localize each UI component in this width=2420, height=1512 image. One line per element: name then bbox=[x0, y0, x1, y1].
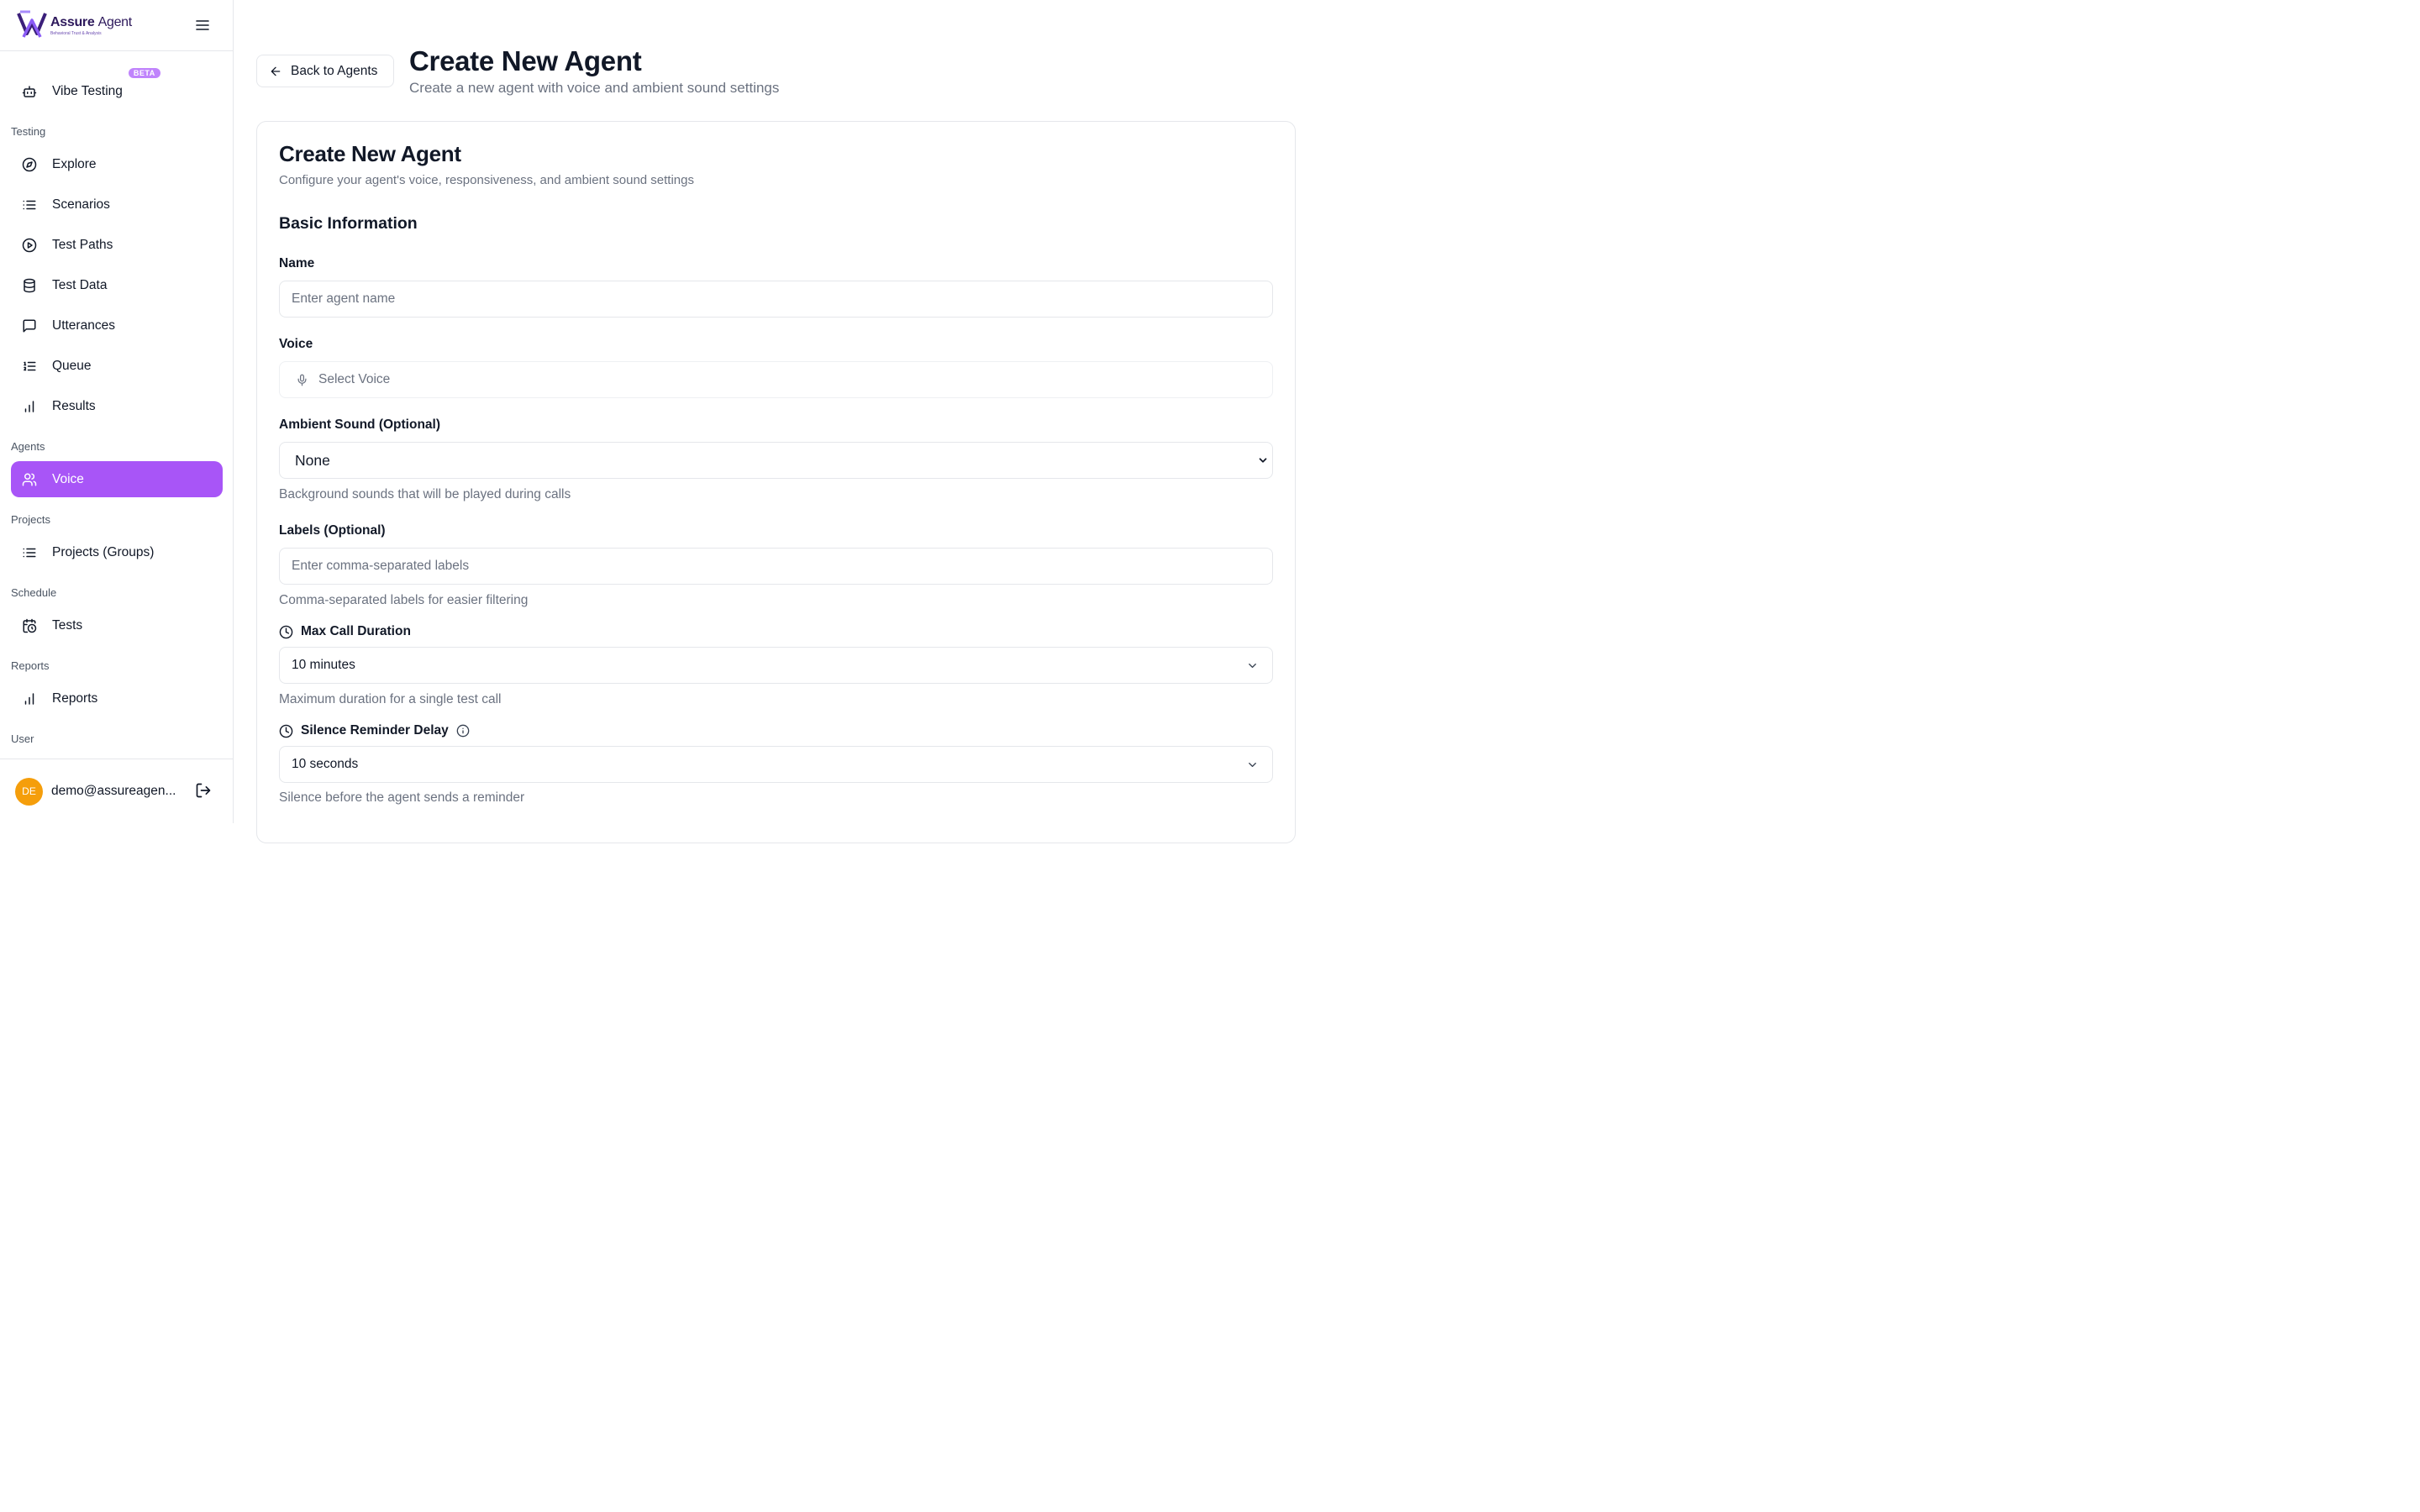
sidebar-item-scenarios[interactable]: Scenarios bbox=[11, 186, 223, 223]
section-label-agents: Agents bbox=[11, 440, 45, 453]
sidebar-item-test-data[interactable]: Test Data bbox=[11, 267, 223, 303]
sidebar-item-label: Projects (Groups) bbox=[52, 544, 155, 559]
brand-tagline: Behavioral Trust & Analysis bbox=[50, 30, 102, 36]
silence-reminder-delay-text: Silence Reminder Delay bbox=[301, 723, 449, 738]
voice-label: Voice bbox=[279, 337, 313, 351]
database-icon bbox=[22, 278, 37, 293]
back-to-agents-button[interactable]: Back to Agents bbox=[256, 55, 394, 87]
back-button-label: Back to Agents bbox=[291, 63, 378, 78]
arrow-left-icon bbox=[271, 66, 281, 76]
bar-chart-icon bbox=[22, 399, 37, 414]
hamburger-icon bbox=[196, 20, 209, 30]
brand-text: Assure Agent Behavioral Trust & Analysis bbox=[50, 15, 132, 36]
sidebar-item-results[interactable]: Results bbox=[11, 388, 223, 424]
brand-header: Assure Agent Behavioral Trust & Analysis bbox=[0, 0, 233, 51]
labels-help: Comma-separated labels for easier filter… bbox=[279, 593, 529, 607]
max-call-duration-select[interactable]: 10 minutes bbox=[279, 647, 1273, 684]
max-call-duration-help: Maximum duration for a single test call bbox=[279, 692, 502, 706]
app-root: Assure Agent Behavioral Trust & Analysis… bbox=[0, 0, 1297, 843]
labels-input[interactable] bbox=[279, 548, 1273, 585]
max-call-duration-value: 10 minutes bbox=[292, 658, 355, 672]
avatar[interactable]: DE bbox=[15, 777, 43, 806]
ambient-sound-label: Ambient Sound (Optional) bbox=[279, 417, 441, 432]
logout-button[interactable] bbox=[195, 782, 212, 799]
info-icon[interactable] bbox=[456, 724, 470, 738]
sidebar-item-label: Voice bbox=[52, 471, 84, 486]
sidebar-item-projects-groups[interactable]: Projects (Groups) bbox=[11, 534, 223, 570]
ambient-sound-help: Background sounds that will be played du… bbox=[279, 487, 571, 501]
brand-name: Assure Agent bbox=[50, 14, 132, 29]
sidebar-item-label: Explore bbox=[52, 156, 97, 171]
section-heading-basic-information: Basic Information bbox=[279, 214, 418, 233]
sidebar-item-vibe-testing[interactable]: Vibe Testing BETA bbox=[11, 68, 223, 109]
chevron-down-icon bbox=[1259, 458, 1267, 463]
compass-icon bbox=[22, 157, 37, 172]
silence-reminder-delay-select[interactable]: 10 seconds bbox=[279, 746, 1273, 783]
max-call-duration-text: Max Call Duration bbox=[301, 624, 411, 638]
bar-chart-icon bbox=[22, 691, 37, 706]
sidebar-item-label: Queue bbox=[52, 358, 92, 373]
list-icon bbox=[22, 545, 37, 560]
page-title: Create New Agent bbox=[409, 45, 642, 76]
silence-reminder-delay-help: Silence before the agent sends a reminde… bbox=[279, 790, 525, 805]
card-description: Configure your agent's voice, responsive… bbox=[279, 173, 694, 187]
sidebar-item-label: Vibe Testing bbox=[52, 83, 123, 98]
section-label-projects: Projects bbox=[11, 513, 50, 526]
sidebar-item-label: Results bbox=[52, 398, 96, 413]
sidebar-item-tests[interactable]: Tests bbox=[11, 607, 223, 643]
sidebar-item-label: Tests bbox=[52, 617, 83, 633]
user-email: demo@assureagen... bbox=[51, 784, 176, 798]
silence-reminder-delay-label: Silence Reminder Delay bbox=[279, 723, 470, 738]
silence-reminder-delay-value: 10 seconds bbox=[292, 757, 359, 771]
sidebar: Assure Agent Behavioral Trust & Analysis… bbox=[0, 0, 234, 823]
calendar-clock-icon bbox=[22, 618, 37, 633]
sidebar-item-label: Reports bbox=[52, 690, 98, 706]
users-icon bbox=[22, 472, 37, 487]
ambient-sound-value: None bbox=[295, 451, 330, 469]
menu-toggle-button[interactable] bbox=[194, 17, 211, 34]
clock-icon bbox=[279, 724, 293, 738]
sidebar-item-reports[interactable]: Reports bbox=[11, 680, 223, 717]
chevron-down-icon bbox=[1249, 664, 1256, 668]
section-label-reports: Reports bbox=[11, 659, 50, 672]
voice-select-placeholder: Select Voice bbox=[318, 372, 391, 386]
list-icon bbox=[22, 197, 37, 213]
beta-badge: BETA bbox=[128, 68, 160, 78]
list-ordered-icon bbox=[22, 359, 37, 374]
name-label: Name bbox=[279, 256, 315, 270]
sidebar-item-test-paths[interactable]: Test Paths bbox=[11, 227, 223, 263]
mic-icon bbox=[297, 374, 307, 386]
section-label-testing: Testing bbox=[11, 125, 46, 138]
sidebar-item-voice[interactable]: Voice bbox=[11, 461, 223, 497]
brand-logo-icon bbox=[17, 10, 47, 38]
ambient-sound-select[interactable]: None bbox=[279, 442, 1273, 479]
clock-icon bbox=[279, 625, 293, 638]
sidebar-item-label: Test Paths bbox=[52, 237, 113, 252]
section-label-schedule: Schedule bbox=[11, 586, 57, 599]
message-square-icon bbox=[22, 318, 37, 333]
labels-label: Labels (Optional) bbox=[279, 523, 386, 538]
sidebar-item-explore[interactable]: Explore bbox=[11, 146, 223, 182]
user-row: DE demo@assureagen... bbox=[0, 759, 234, 823]
page-subtitle: Create a new agent with voice and ambien… bbox=[409, 80, 780, 96]
sidebar-item-label: Test Data bbox=[52, 277, 108, 292]
sidebar-item-utterances[interactable]: Utterances bbox=[11, 307, 223, 344]
section-label-user: User bbox=[11, 732, 34, 745]
sidebar-item-label: Scenarios bbox=[52, 197, 110, 212]
chevron-down-icon bbox=[1249, 763, 1256, 767]
log-out-icon bbox=[196, 783, 211, 798]
voice-select[interactable]: Select Voice bbox=[279, 361, 1273, 398]
max-call-duration-label: Max Call Duration bbox=[279, 624, 411, 639]
robot-icon bbox=[22, 84, 37, 99]
card-title: Create New Agent bbox=[279, 141, 461, 166]
agent-name-input[interactable] bbox=[279, 281, 1273, 318]
sidebar-item-label: Utterances bbox=[52, 318, 115, 333]
sidebar-item-queue[interactable]: Queue bbox=[11, 348, 223, 384]
play-circle-icon bbox=[22, 238, 37, 253]
